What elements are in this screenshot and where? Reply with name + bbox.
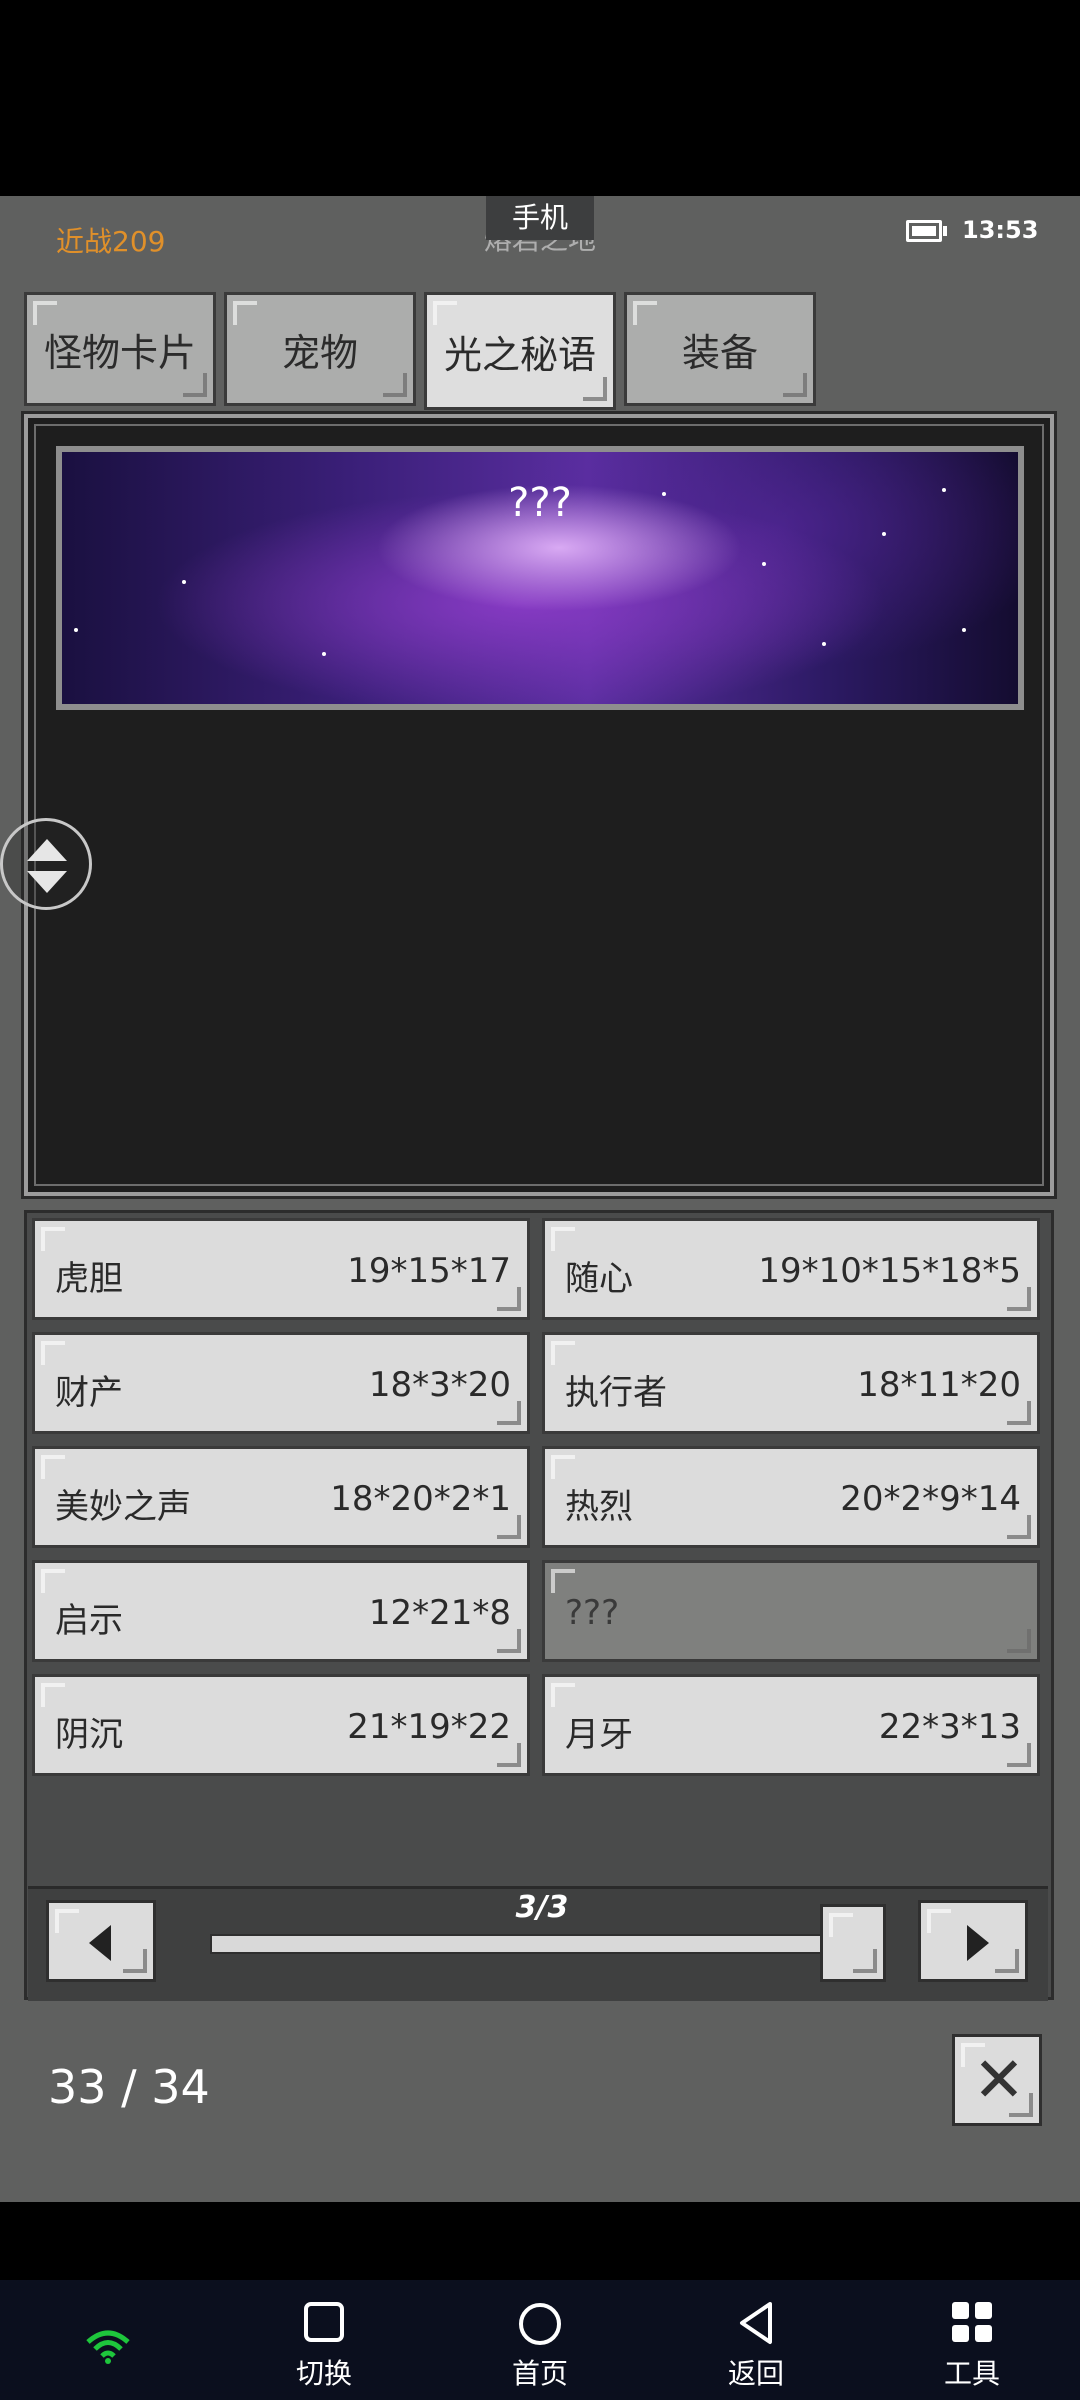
prev-page-button[interactable] [46, 1900, 156, 1982]
item-name: 执行者 [565, 1373, 667, 1413]
item-name: 热烈 [565, 1487, 633, 1527]
next-page-button[interactable] [918, 1900, 1028, 1982]
chevron-up-icon [27, 839, 67, 861]
nav-home-button[interactable]: 首页 [480, 2300, 600, 2392]
arrow-left-icon [89, 1925, 111, 1961]
square-icon [304, 2302, 344, 2342]
item-name: 启示 [55, 1601, 123, 1641]
item-name: ??? [565, 1593, 620, 1633]
tab-label: 光之秘语 [443, 332, 596, 377]
list-item[interactable]: 随心 19*10*15*18*5 [542, 1218, 1040, 1320]
chevron-down-icon [27, 871, 67, 893]
battery-icon [906, 220, 947, 242]
list-item[interactable]: 财产 18*3*20 [32, 1332, 530, 1434]
item-name: 美妙之声 [55, 1487, 191, 1527]
item-value: 20*2*9*14 [840, 1479, 1021, 1519]
tab-pets[interactable]: 宠物 [224, 292, 416, 406]
nav-tools-button[interactable]: 工具 [912, 2300, 1032, 2392]
item-name: 月牙 [565, 1715, 633, 1755]
clock: 13:53 [962, 216, 1039, 244]
item-name: 随心 [565, 1259, 633, 1299]
close-icon: ✕ [973, 2043, 1025, 2116]
item-value: 18*20*2*1 [330, 1479, 511, 1519]
item-name: 阴沉 [55, 1715, 123, 1755]
phone-tag: 手机 [486, 196, 594, 240]
collection-count: 33 / 34 [48, 2060, 210, 2114]
scroll-handle[interactable] [0, 818, 92, 910]
circle-icon [519, 2303, 561, 2345]
item-value: 22*3*13 [878, 1707, 1021, 1747]
page-slider-thumb[interactable] [820, 1904, 886, 1982]
nav-label: 首页 [511, 2357, 568, 2390]
list-item[interactable]: 热烈 20*2*9*14 [542, 1446, 1040, 1548]
nebula-banner: ??? [56, 446, 1024, 710]
page-slider[interactable] [210, 1934, 834, 1954]
item-value: 21*19*22 [347, 1707, 511, 1747]
tab-equipment[interactable]: 装备 [624, 292, 816, 406]
list-item[interactable]: 虎胆 19*15*17 [32, 1218, 530, 1320]
navbar-gap [0, 2202, 1080, 2280]
nav-label: 切换 [295, 2357, 352, 2390]
list-item[interactable]: 执行者 18*11*20 [542, 1332, 1040, 1434]
nav-switch-button[interactable]: 切换 [264, 2300, 384, 2392]
nav-back-button[interactable]: 返回 [696, 2300, 816, 2392]
tab-label: 怪物卡片 [43, 330, 196, 375]
list-item[interactable]: 启示 12*21*8 [32, 1560, 530, 1662]
tab-label: 宠物 [281, 330, 358, 375]
close-button[interactable]: ✕ [952, 2034, 1042, 2126]
nav-label: 返回 [727, 2357, 784, 2390]
melee-count: 近战209 [56, 225, 166, 258]
grid-icon [952, 2302, 992, 2342]
item-value: 19*10*15*18*5 [758, 1251, 1021, 1291]
arrow-right-icon [967, 1925, 989, 1961]
top-black-bar [0, 0, 1080, 196]
item-value: 18*3*20 [368, 1365, 511, 1405]
item-value: 19*15*17 [347, 1251, 511, 1291]
item-value: 12*21*8 [368, 1593, 511, 1633]
nav-label: 工具 [943, 2357, 1000, 2390]
list-item[interactable]: 阴沉 21*19*22 [32, 1674, 530, 1776]
system-navbar: 切换 首页 返回 工具 [0, 2280, 1080, 2400]
item-value: 18*11*20 [857, 1365, 1021, 1405]
banner-title: ??? [508, 480, 572, 526]
item-name: 虎胆 [55, 1259, 123, 1299]
list-item[interactable]: 月牙 22*3*13 [542, 1674, 1040, 1776]
wifi-icon [86, 2330, 130, 2364]
page-indicator: 3/3 [515, 1890, 569, 1925]
back-triangle-icon [740, 2302, 772, 2344]
list-item[interactable]: 美妙之声 18*20*2*1 [32, 1446, 530, 1548]
tab-label: 装备 [681, 330, 758, 375]
tab-light-secrets[interactable]: 光之秘语 [424, 292, 616, 410]
item-name: 财产 [55, 1373, 123, 1413]
tab-monster-cards[interactable]: 怪物卡片 [24, 292, 216, 406]
locked-list-item[interactable]: ??? [542, 1560, 1040, 1662]
